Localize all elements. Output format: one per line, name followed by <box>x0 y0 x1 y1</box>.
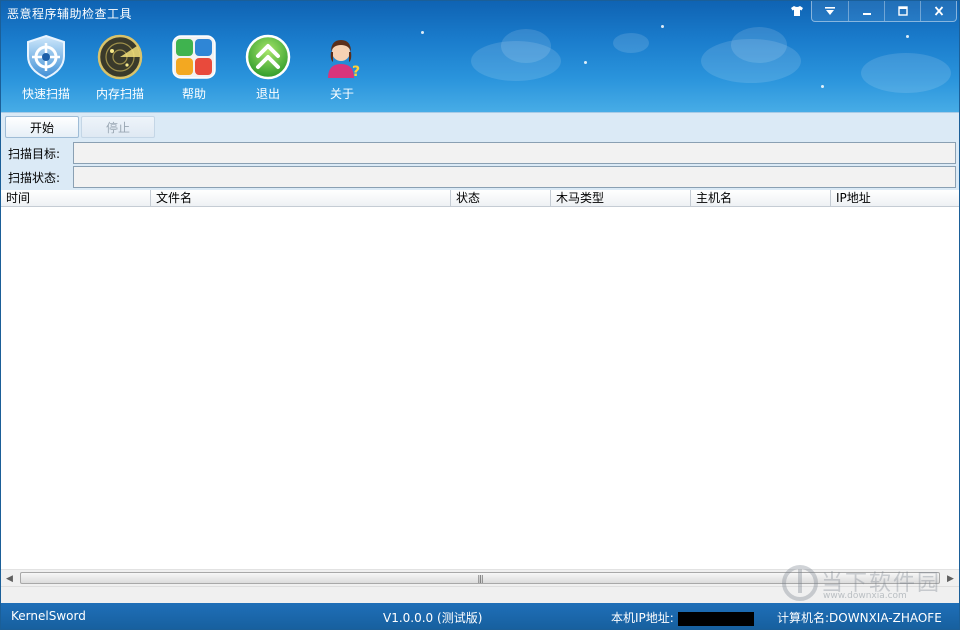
local-ip-label: 本机IP地址: <box>611 611 674 625</box>
main-toolbar: 快速扫描 内存扫描 帮助 退出 ? 关于 <box>9 33 379 103</box>
quick-scan-button[interactable]: 快速扫描 <box>9 33 83 103</box>
scan-target-row: 扫描目标: <box>1 142 959 164</box>
window-title: 恶意程序辅助检查工具 <box>7 7 133 21</box>
results-table-body[interactable] <box>1 207 959 569</box>
header-banner: 恶意程序辅助检查工具 快速扫描 内存扫描 帮助 退出 ? 关于 <box>1 1 959 112</box>
shield-crosshair-icon <box>22 33 70 81</box>
column-header-filename[interactable]: 文件名 <box>151 190 451 207</box>
cloud-decoration <box>613 33 649 53</box>
app-window: 恶意程序辅助检查工具 快速扫描 内存扫描 帮助 退出 ? 关于 开始 停止 扫描… <box>0 0 960 630</box>
close-button[interactable] <box>920 1 956 21</box>
help-label: 帮助 <box>181 87 206 101</box>
skin-button[interactable] <box>785 1 809 21</box>
grip-icon: ||| <box>477 573 483 583</box>
product-name: KernelSword <box>11 609 86 623</box>
minimize-button[interactable] <box>848 1 884 21</box>
memory-scan-button[interactable]: 内存扫描 <box>83 33 157 103</box>
arrow-right-icon: ▶ <box>947 573 954 584</box>
column-header-ip-address[interactable]: IP地址 <box>831 190 959 207</box>
about-label: 关于 <box>329 87 354 101</box>
scrollbar-thumb[interactable]: ||| <box>20 572 940 584</box>
column-header-trojan-type[interactable]: 木马类型 <box>551 190 691 207</box>
menu-dropdown-button[interactable] <box>812 1 848 21</box>
scroll-right-button[interactable]: ▶ <box>942 570 959 587</box>
computer-name-value: DOWNXIA-ZHAOFE <box>829 611 942 625</box>
memory-scan-label: 内存扫描 <box>95 87 144 101</box>
column-header-status[interactable]: 状态 <box>451 190 551 207</box>
help-grid-icon <box>170 33 218 81</box>
stop-button[interactable]: 停止 <box>81 116 155 138</box>
scroll-left-button[interactable]: ◀ <box>1 570 18 587</box>
scan-status-row: 扫描状态: <box>1 166 959 188</box>
quick-scan-label: 快速扫描 <box>21 87 70 101</box>
cloud-decoration <box>731 27 787 63</box>
local-ip: 本机IP地址: <box>611 609 754 626</box>
star-decoration <box>906 35 909 38</box>
column-header-hostname[interactable]: 主机名 <box>691 190 831 207</box>
window-controls <box>811 1 957 22</box>
results-table-header: 时间 文件名 状态 木马类型 主机名 IP地址 <box>1 190 959 207</box>
star-decoration <box>421 31 424 34</box>
maximize-button[interactable] <box>884 1 920 21</box>
arrow-left-icon: ◀ <box>6 573 13 584</box>
maximize-icon <box>897 6 908 16</box>
cloud-decoration <box>501 29 551 63</box>
scan-target-label: 扫描目标: <box>8 147 61 161</box>
start-button[interactable]: 开始 <box>5 116 79 138</box>
minimize-icon <box>862 13 871 15</box>
control-strip: 开始 停止 扫描目标: 扫描状态: <box>1 112 959 190</box>
exit-arrows-icon <box>244 33 292 81</box>
about-button[interactable]: ? 关于 <box>305 33 379 103</box>
version-text: V1.0.0.0 (测试版) <box>383 611 483 625</box>
star-decoration <box>821 85 824 88</box>
cloud-decoration <box>861 53 951 93</box>
help-button[interactable]: 帮助 <box>157 33 231 103</box>
exit-label: 退出 <box>255 87 280 101</box>
menu-down-icon <box>825 7 835 15</box>
redacted-ip-value <box>677 611 754 626</box>
computer-name-label: 计算机名: <box>777 611 830 625</box>
scan-status-field <box>73 166 956 188</box>
user-question-icon: ? <box>318 33 366 81</box>
bottom-spacer <box>1 586 959 603</box>
star-decoration <box>661 25 664 28</box>
horizontal-scrollbar[interactable]: ◀ ||| ▶ <box>1 569 959 586</box>
scan-target-field <box>73 142 956 164</box>
scan-status-label: 扫描状态: <box>8 171 61 185</box>
star-decoration <box>584 61 587 64</box>
column-header-time[interactable]: 时间 <box>1 190 151 207</box>
tshirt-icon <box>791 6 803 16</box>
svg-text:?: ? <box>352 64 360 80</box>
status-bar: KernelSword V1.0.0.0 (测试版) 本机IP地址: 计算机名:… <box>1 603 959 629</box>
close-icon <box>934 6 943 16</box>
exit-button[interactable]: 退出 <box>231 33 305 103</box>
computer-name: 计算机名:DOWNXIA-ZHAOFE <box>777 609 942 626</box>
radar-icon <box>96 33 144 81</box>
